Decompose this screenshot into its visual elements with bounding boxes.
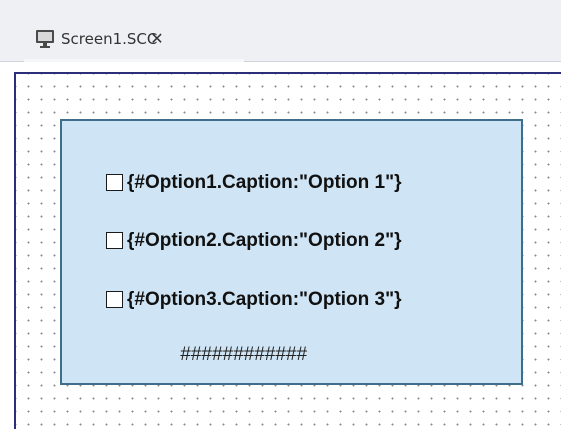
tab-title: Screen1.SCC [61,30,158,48]
option-group[interactable]: {#Option1.Caption:"Option 1"} {#Option2.… [60,119,523,385]
tab-screen1[interactable]: Screen1.SCC ✕ [24,24,244,61]
option-3-caption: {#Option3.Caption:"Option 3"} [127,289,402,310]
option-row-2[interactable]: {#Option2.Caption:"Option 2"} [106,229,526,255]
option-row-3[interactable]: {#Option3.Caption:"Option 3"} [106,288,526,314]
tab-active-indicator [24,59,244,62]
option-1-caption: {#Option1.Caption:"Option 1"} [127,172,402,193]
option-2-checkbox[interactable] [106,232,123,249]
close-icon[interactable]: ✕ [148,28,166,50]
option-row-1[interactable]: {#Option1.Caption:"Option 1"} [106,171,526,197]
tab-bar: Screen1.SCC ✕ [0,0,561,62]
monitor-icon [34,28,56,50]
option-3-checkbox[interactable] [106,291,123,308]
option-2-caption: {#Option2.Caption:"Option 2"} [127,230,402,251]
value-field: ############ [180,344,307,365]
option-1-checkbox[interactable] [106,174,123,191]
